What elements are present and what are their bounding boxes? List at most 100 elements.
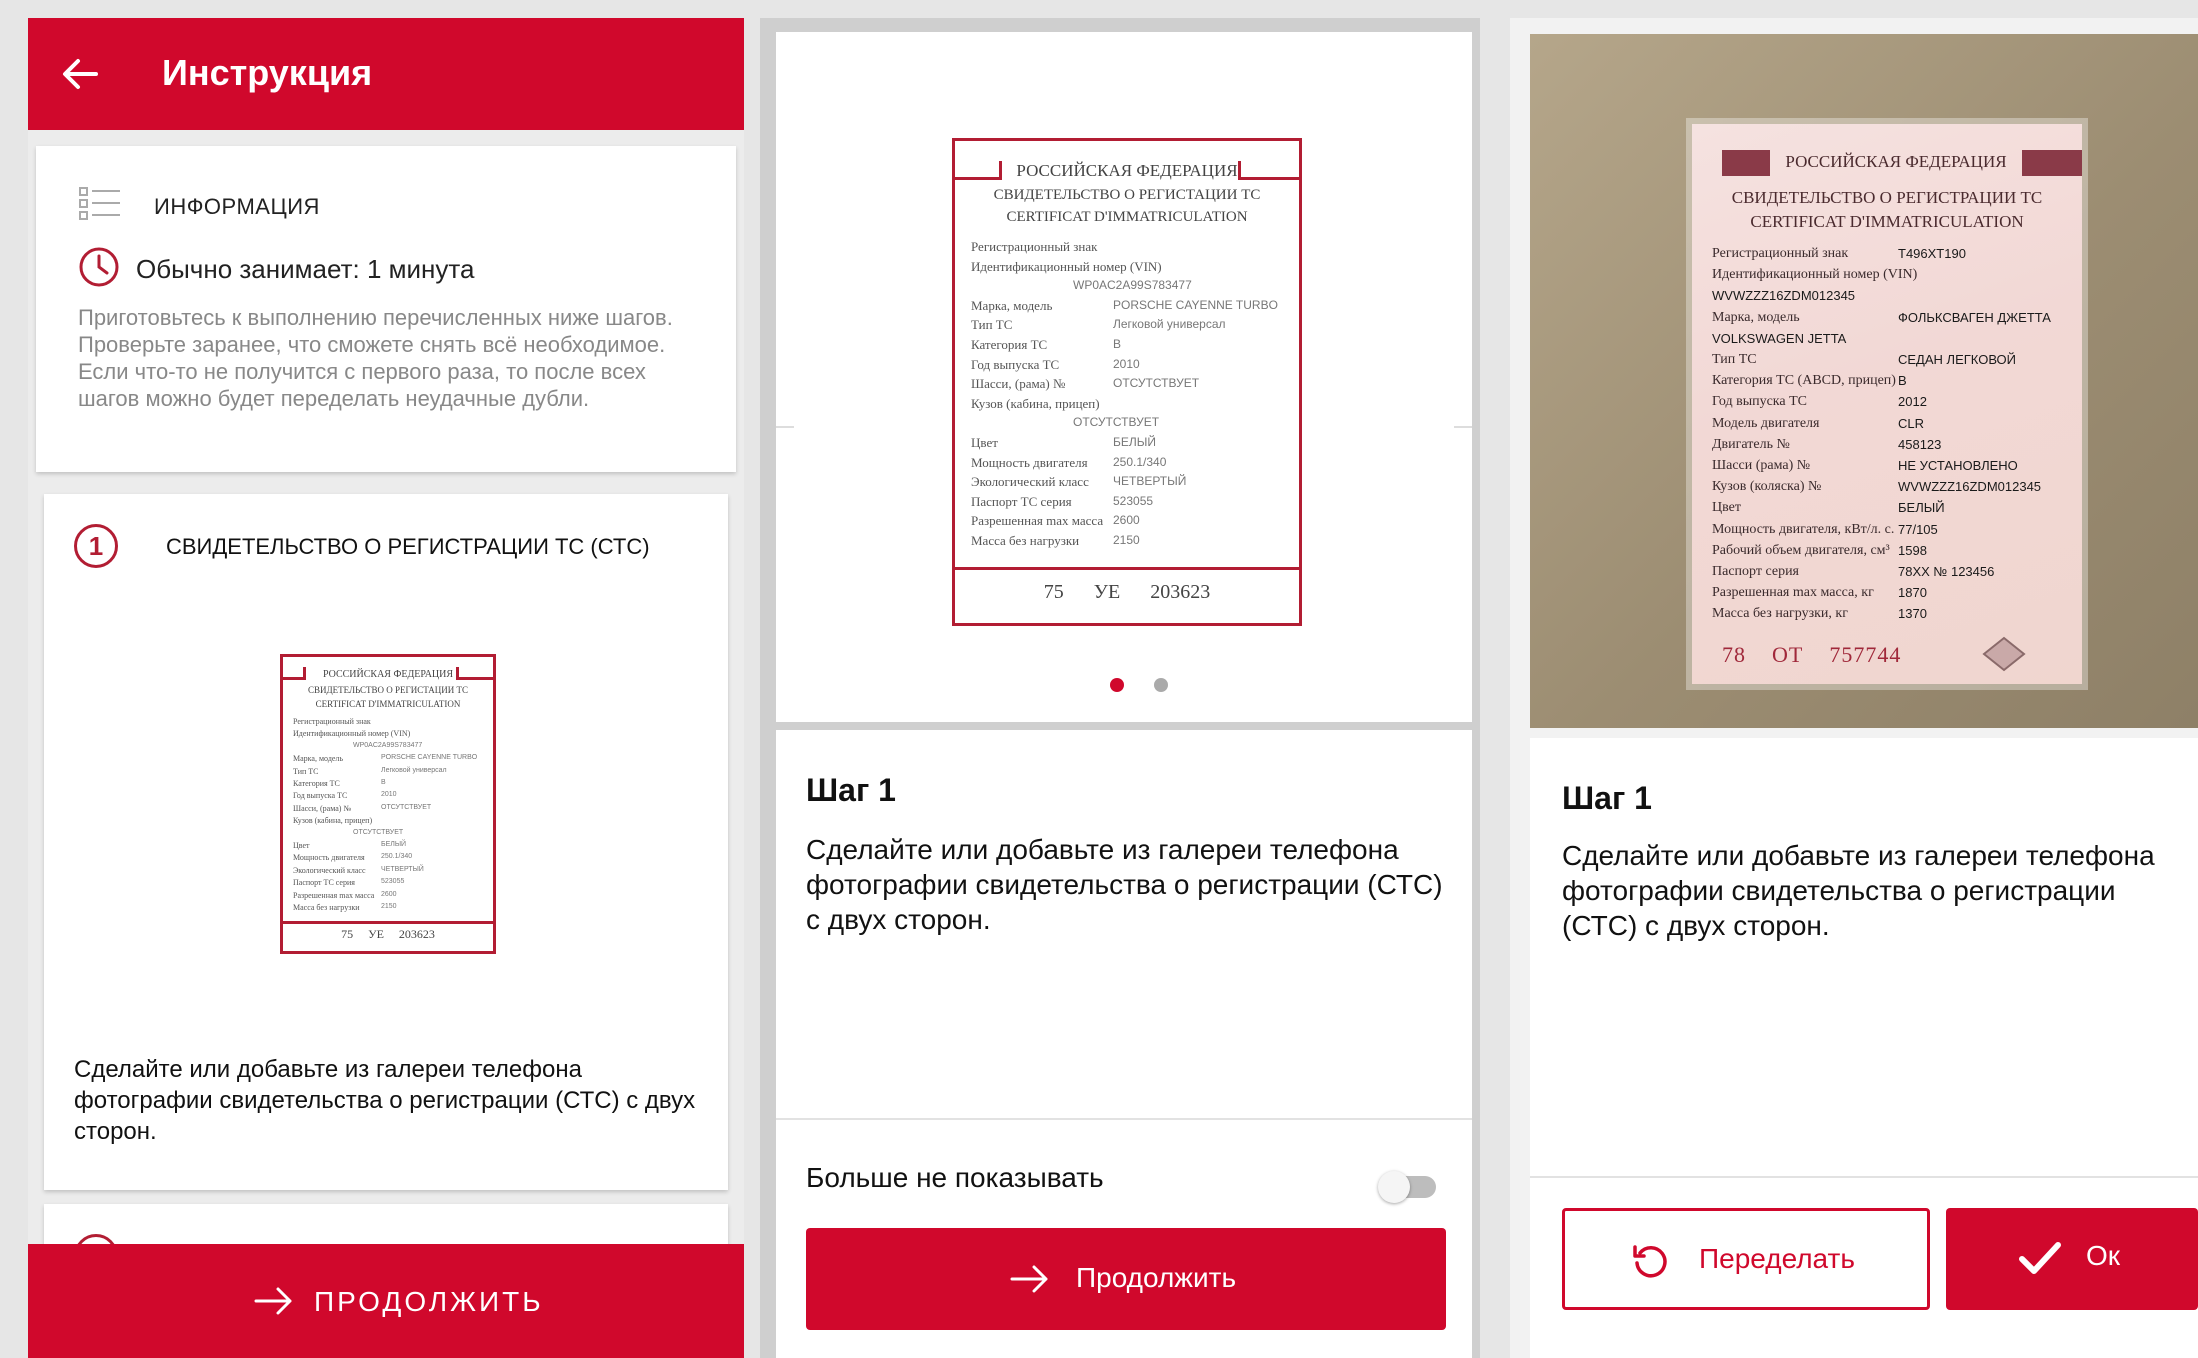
row-label: Год выпуска ТС xyxy=(971,356,1060,372)
row-value: WP0AC2A99S783477 xyxy=(353,741,423,749)
row-label: Категория ТС xyxy=(293,779,340,788)
row-value: B xyxy=(1898,373,1907,389)
row-label: Кузов (кабина, прицеп) xyxy=(293,816,373,826)
cert-footer-number: 203623 xyxy=(1150,581,1211,603)
row-value: Легковой универсал xyxy=(381,766,447,774)
redo-button[interactable]: Переделать xyxy=(1562,1208,1930,1310)
row-value: 2600 xyxy=(1113,513,1140,528)
row-label: Категория ТС xyxy=(971,337,1048,352)
arrow-left-icon[interactable] xyxy=(58,52,102,96)
row-value: 77/105 xyxy=(1898,521,1938,537)
row-value: 2150 xyxy=(1113,533,1140,547)
app-header: Инструкция xyxy=(28,18,744,130)
continue-label: Продолжить xyxy=(1076,1262,1237,1293)
step-description: Сделайте или добавьте из галереи телефон… xyxy=(74,1056,696,1145)
row-value: 458123 xyxy=(1898,436,1942,452)
doc-ornament-right xyxy=(2022,150,2082,176)
row-value: PORSCHE CAYENNE TURBO xyxy=(381,754,478,762)
row-value: 2012 xyxy=(1898,394,1927,410)
page-title: Инструкция xyxy=(162,52,373,93)
row-value: ЧЕТВЕРТЫЙ xyxy=(1113,474,1187,489)
divider xyxy=(1530,1176,2198,1178)
step-description: Сделайте или добавьте из галереи телефон… xyxy=(806,834,1443,935)
doc-footer-region: 78 xyxy=(1722,642,1746,667)
continue-label: ПРОДОЛЖИТЬ xyxy=(314,1286,544,1317)
ok-button[interactable]: Ок xyxy=(1946,1208,2198,1310)
arrow-right-icon xyxy=(254,1287,292,1315)
row-label: Шасси, (рама) № xyxy=(971,376,1066,392)
row-label: Масса без нагрузки, кг xyxy=(1712,606,1848,622)
certificate-illustration-large: РОССИЙСКАЯ ФЕДЕРАЦИЯ СВИДЕТЕЛЬСТВО О РЕГ… xyxy=(952,138,1302,626)
cert-footer-series: УЕ xyxy=(368,927,384,941)
doc-footer-number: 757744 xyxy=(1829,642,1902,667)
row-label: Регистрационный знак xyxy=(293,717,371,726)
row-value: БЕЛЫЙ xyxy=(1113,435,1157,449)
cert-title-ru: СВИДЕТЕЛЬСТВО О РЕГИСТАЦИИ ТС xyxy=(307,685,469,695)
carousel-dot[interactable] xyxy=(1154,678,1168,692)
continue-button[interactable]: Продолжить xyxy=(806,1228,1446,1330)
carousel-edge-right xyxy=(1454,426,1472,428)
row-label: Регистрационный знак xyxy=(971,239,1098,254)
row-label: Марка, модель xyxy=(971,297,1053,313)
row-label: Паспорт ТС серия xyxy=(293,878,355,888)
row-value: 2150 xyxy=(381,903,397,910)
toggle-knob xyxy=(1378,1171,1410,1203)
row-label: Марка, модель xyxy=(293,754,344,764)
list-icon xyxy=(79,187,120,220)
row-label: Разрешенная max масса xyxy=(971,513,1104,529)
step-heading: Шаг 1 xyxy=(806,772,896,808)
row-label: Цвет xyxy=(293,841,310,850)
row-value: Легковой универсал xyxy=(1113,317,1226,332)
row-value: PORSCHE CAYENNE TURBO xyxy=(1113,297,1278,312)
row-value: 1598 xyxy=(1898,542,1927,558)
row-label: Идентификационный номер (VIN) xyxy=(293,729,411,739)
row-value: СЕДАН ЛЕГКОВОЙ xyxy=(1898,352,2017,367)
doc-title-fr: CERTIFICAT D'IMMATRICULATION xyxy=(1750,212,2024,231)
row-label: Тип ТС xyxy=(971,317,1013,333)
row-value: 2600 xyxy=(381,890,397,898)
row-label: Экологический класс xyxy=(293,865,366,875)
row-label: Регистрационный знак xyxy=(1712,246,1849,261)
row-label: Мощность двигателя xyxy=(293,853,365,863)
carousel-dot-active[interactable] xyxy=(1110,678,1124,692)
cert-footer: 75 УЕ 203623 xyxy=(955,581,1299,604)
info-description: Приготовьтесь к выполнению перечисленных… xyxy=(78,305,673,411)
row-label: Паспорт серия xyxy=(1712,564,1799,579)
dont-show-toggle[interactable] xyxy=(1378,1171,1436,1203)
row-value: ОТСУТСТВУЕТ xyxy=(1073,415,1160,430)
continue-button[interactable]: ПРОДОЛЖИТЬ xyxy=(28,1244,744,1358)
divider xyxy=(776,1118,1472,1120)
row-label: Тип ТС xyxy=(293,766,319,776)
step-content: Шаг 1 Сделайте или добавьте из галереи т… xyxy=(776,730,1472,1358)
row-value: WP0AC2A99S783477 xyxy=(1073,278,1192,293)
step-description: Сделайте или добавьте из галереи телефон… xyxy=(1562,840,2155,941)
row-label: Год выпуска ТС xyxy=(293,791,348,801)
step-card: 1 СВИДЕТЕЛЬСТВО О РЕГИСТРАЦИИ ТС (СТС) Р… xyxy=(44,494,728,1190)
redo-icon xyxy=(1633,1245,1667,1278)
cert-footer: 75 УЕ 203623 xyxy=(283,927,493,942)
redo-label: Переделать xyxy=(1699,1243,1855,1274)
row-value: ОТСУТСТВУЕТ xyxy=(353,828,404,836)
row-value: ОТСУТСТВУЕТ xyxy=(1113,376,1200,391)
row-value: WVWZZZ16ZDM012345 xyxy=(1712,288,1856,304)
instruction-panel: Инструкция ИНФОРМАЦИЯ Обычно занимает: 1… xyxy=(28,18,744,1358)
carousel[interactable]: РОССИЙСКАЯ ФЕДЕРАЦИЯ СВИДЕТЕЛЬСТВО О РЕГ… xyxy=(776,32,1472,722)
row-label: Двигатель № xyxy=(1712,436,1790,452)
cert-footer-region: 75 xyxy=(341,927,354,941)
doc-footer-series: ОТ xyxy=(1772,642,1804,667)
certificate-illustration: РОССИЙСКАЯ ФЕДЕРАЦИЯ СВИДЕТЕЛЬСТВО О РЕГ… xyxy=(280,654,496,954)
row-value: 2010 xyxy=(1113,356,1140,371)
row-label: Масса без нагрузки xyxy=(971,533,1080,548)
row-label: Кузов (кабина, прицеп) xyxy=(971,395,1100,411)
row-label: Идентификационный номер (VIN) xyxy=(1712,267,1918,283)
row-label: Масса без нагрузки xyxy=(293,903,360,912)
row-label: Мощность двигателя xyxy=(971,454,1088,470)
step-dialog-panel: РОССИЙСКАЯ ФЕДЕРАЦИЯ СВИДЕТЕЛЬСТВО О РЕГ… xyxy=(760,18,1480,1358)
cert-footer-region: 75 xyxy=(1043,581,1064,603)
row-value: 523055 xyxy=(381,878,405,886)
ok-label: Ок xyxy=(2086,1240,2121,1271)
photo-document: РОССИЙСКАЯ ФЕДЕРАЦИЯ СВИДЕТЕЛЬСТВО О РЕГ… xyxy=(1692,124,2082,684)
step-title: СВИДЕТЕЛЬСТВО О РЕГИСТРАЦИИ ТС (СТС) xyxy=(166,534,650,559)
row-label: Модель двигателя xyxy=(1712,415,1820,431)
row-label: Марка, модель xyxy=(1712,309,1800,325)
